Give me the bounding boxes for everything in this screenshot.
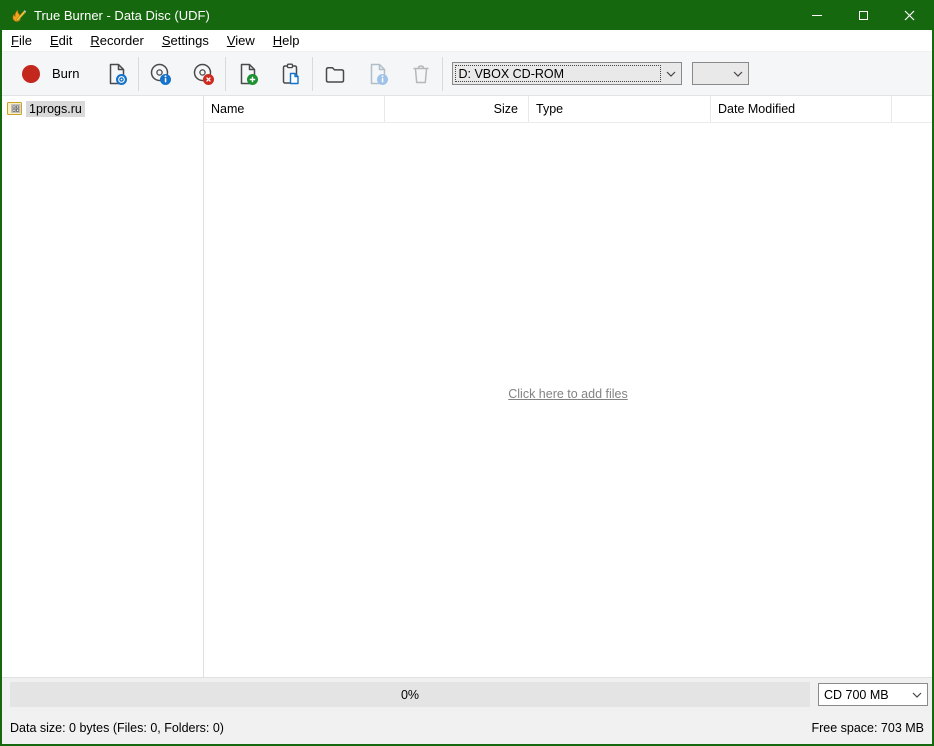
- toolbar: Burn: [2, 52, 932, 96]
- burn-image-icon: [105, 62, 129, 86]
- disc-size-select[interactable]: CD 700 MB: [818, 683, 928, 706]
- maximize-icon: [859, 11, 868, 20]
- delete-icon: [409, 62, 433, 86]
- compilation-tree: 1progs.ru: [2, 96, 204, 677]
- menu-edit[interactable]: Edit: [41, 31, 81, 50]
- disc-info-button[interactable]: [139, 55, 182, 93]
- new-folder-icon: [323, 62, 347, 86]
- menubar: File Edit Recorder Settings View Help: [2, 30, 932, 52]
- disc-root-icon: [7, 102, 22, 115]
- recorder-select-value: D: VBOX CD-ROM: [453, 67, 661, 81]
- burn-icon: [22, 65, 40, 83]
- flame-pencil-icon: [10, 7, 27, 24]
- add-files-icon: [236, 62, 260, 86]
- chevron-down-icon: [661, 63, 681, 84]
- file-list-header: Name Size Type Date Modified: [204, 96, 932, 123]
- progress-row: 0% CD 700 MB: [2, 677, 932, 711]
- burn-image-button[interactable]: [95, 55, 138, 93]
- close-button[interactable]: [886, 0, 932, 30]
- statusbar: Data size: 0 bytes (Files: 0, Folders: 0…: [2, 711, 932, 744]
- disc-info-icon: [149, 62, 173, 86]
- file-list: Name Size Type Date Modified Click here …: [204, 96, 932, 677]
- menu-settings[interactable]: Settings: [153, 31, 218, 50]
- disc-usage-progressbar: 0%: [10, 682, 810, 707]
- file-info-button[interactable]: [356, 55, 399, 93]
- burn-button-label: Burn: [52, 66, 79, 81]
- status-data-size: Data size: 0 bytes (Files: 0, Folders: 0…: [10, 721, 224, 735]
- tree-root-item[interactable]: 1progs.ru: [2, 99, 203, 118]
- menu-file[interactable]: File: [2, 31, 41, 50]
- delete-button[interactable]: [399, 55, 442, 93]
- chevron-down-icon: [907, 692, 927, 698]
- column-header-spacer: [892, 96, 932, 122]
- add-files-link[interactable]: Click here to add files: [508, 387, 628, 401]
- new-folder-button[interactable]: [313, 55, 356, 93]
- paste-icon: [279, 62, 303, 86]
- speed-select[interactable]: [692, 62, 749, 85]
- add-files-button[interactable]: [226, 55, 269, 93]
- menu-help[interactable]: Help: [264, 31, 309, 50]
- app-window: True Burner - Data Disc (UDF) File Edit …: [0, 0, 934, 746]
- recorder-select[interactable]: D: VBOX CD-ROM: [452, 62, 682, 85]
- close-icon: [904, 10, 915, 21]
- erase-disc-button[interactable]: [182, 55, 225, 93]
- progress-percent: 0%: [401, 688, 419, 702]
- window-title: True Burner - Data Disc (UDF): [34, 8, 794, 23]
- maximize-button[interactable]: [840, 0, 886, 30]
- minimize-icon: [812, 15, 822, 16]
- column-header-date-modified[interactable]: Date Modified: [711, 96, 892, 122]
- column-header-name[interactable]: Name: [204, 96, 385, 122]
- chevron-down-icon: [728, 63, 748, 84]
- minimize-button[interactable]: [794, 0, 840, 30]
- disc-size-select-value: CD 700 MB: [819, 688, 907, 702]
- file-info-icon: [366, 62, 390, 86]
- column-header-size[interactable]: Size: [385, 96, 529, 122]
- column-header-type[interactable]: Type: [529, 96, 711, 122]
- menu-recorder[interactable]: Recorder: [81, 31, 152, 50]
- toolbar-separator: [442, 57, 443, 91]
- titlebar: True Burner - Data Disc (UDF): [2, 0, 932, 30]
- content-area: 1progs.ru Name Size Type Date Modified C…: [2, 96, 932, 677]
- burn-button[interactable]: Burn: [12, 55, 95, 93]
- status-free-space: Free space: 703 MB: [811, 721, 924, 735]
- menu-view[interactable]: View: [218, 31, 264, 50]
- paste-button[interactable]: [269, 55, 312, 93]
- tree-root-label: 1progs.ru: [26, 101, 85, 117]
- file-list-body[interactable]: Click here to add files: [204, 123, 932, 677]
- erase-disc-icon: [192, 62, 216, 86]
